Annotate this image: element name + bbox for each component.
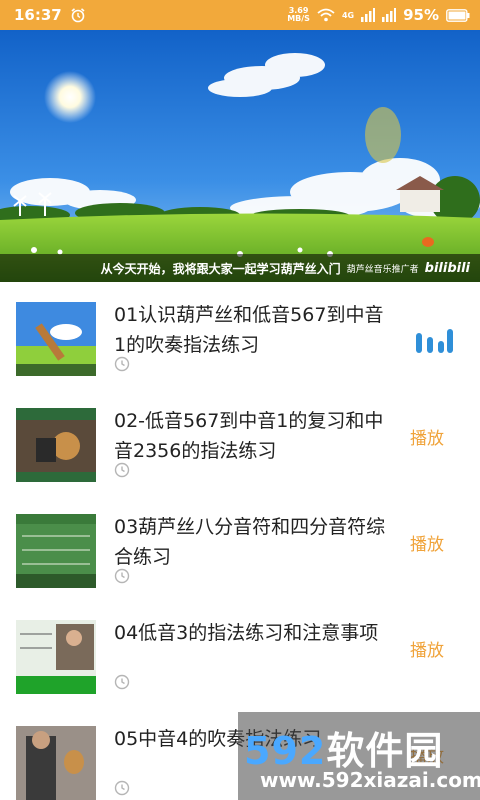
status-time: 16:37 (14, 6, 62, 24)
lesson-thumbnail-3 (16, 514, 96, 588)
clock-icon (114, 462, 130, 478)
battery-icon (446, 8, 470, 22)
clock-icon (114, 674, 130, 690)
banner-promo: 葫芦丝音乐推广者 (346, 264, 419, 275)
signal-icon (361, 8, 376, 22)
lesson-item-3[interactable]: 03葫芦丝八分音符和四分音符综合练习 播放 (0, 494, 480, 600)
net-speed: 3.69 MB/S (287, 6, 310, 23)
status-bar: 16:37 3.69 MB/S 4G 95% (0, 0, 480, 30)
network-type: 4G (341, 10, 355, 20)
lesson-item-1[interactable]: 01认识葫芦丝和低音567到中音1的吹奏指法练习 (0, 282, 480, 388)
clock-icon (114, 568, 130, 584)
bilibili-logo: bilibili (424, 260, 470, 276)
battery-percent: 95% (403, 6, 439, 24)
lesson-thumbnail-5 (16, 726, 96, 800)
play-button-4[interactable]: 播放 (410, 636, 444, 661)
lesson-item-2[interactable]: 02-低音567到中音1的复习和中音2356的指法练习 播放 (0, 388, 480, 494)
banner-image[interactable]: 从今天开始，我将跟大家一起学习葫芦丝入门 葫芦丝音乐推广者 bilibili (0, 30, 480, 282)
banner-caption: 从今天开始，我将跟大家一起学习葫芦丝入门 (100, 261, 341, 276)
landscape-illustration (0, 30, 480, 282)
watermark-url: www.592xiazai.com (260, 768, 480, 792)
now-playing-icon[interactable] (414, 327, 454, 355)
play-button-3[interactable]: 播放 (410, 530, 444, 555)
banner-caption-bar: 从今天开始，我将跟大家一起学习葫芦丝入门 葫芦丝音乐推广者 bilibili (0, 254, 480, 282)
signal-icon-2 (382, 8, 397, 22)
lesson-title-3: 03葫芦丝八分音符和四分音符综合练习 (114, 516, 386, 568)
alarm-icon (71, 8, 85, 23)
lesson-thumbnail-2 (16, 408, 96, 482)
lesson-title-4: 04低音3的指法练习和注意事项 (114, 622, 379, 644)
clock-icon (114, 780, 130, 796)
watermark-logo: 592软件园 (244, 729, 444, 773)
lesson-thumbnail-1 (16, 302, 96, 376)
lesson-thumbnail-4 (16, 620, 96, 694)
play-button-2[interactable]: 播放 (410, 424, 444, 449)
clock-icon (114, 356, 130, 372)
lesson-item-4[interactable]: 04低音3的指法练习和注意事项 播放 (0, 600, 480, 706)
lesson-title-2: 02-低音567到中音1的复习和中音2356的指法练习 (114, 410, 384, 462)
lesson-title-1: 01认识葫芦丝和低音567到中音1的吹奏指法练习 (114, 304, 384, 356)
wifi-icon (317, 8, 335, 22)
